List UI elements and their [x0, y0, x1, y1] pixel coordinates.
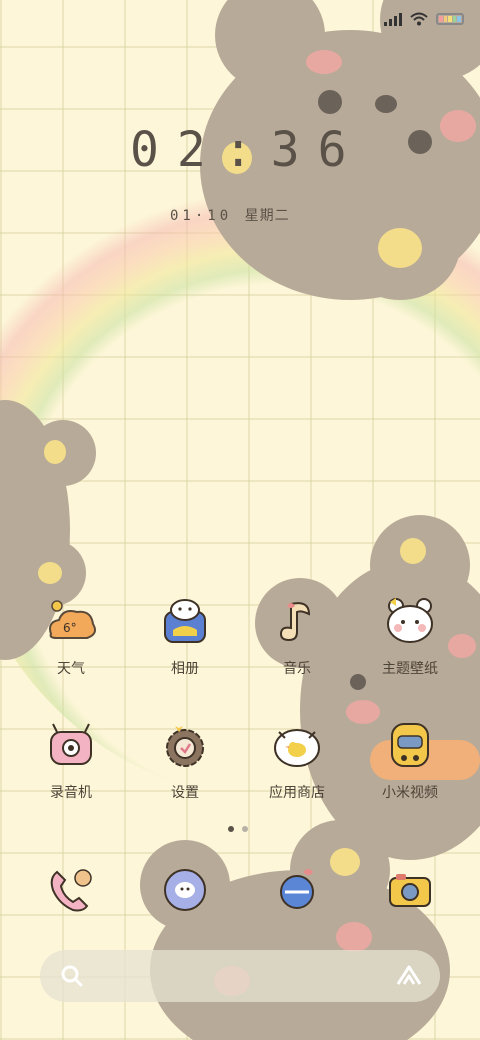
video-icon: [382, 718, 438, 774]
app-label: 小米视频: [382, 785, 438, 801]
app-label: 主题壁纸: [382, 661, 438, 677]
phone-icon: [43, 862, 99, 918]
themes-icon: [382, 594, 438, 650]
dock-messages[interactable]: [130, 862, 240, 918]
battery-icon: [436, 13, 464, 25]
app-settings[interactable]: 设置: [130, 718, 240, 802]
weather-icon: 6°: [43, 594, 99, 650]
app-weather[interactable]: 6° 天气: [16, 594, 126, 678]
page-indicator[interactable]: [228, 826, 248, 832]
page-dot-active: [228, 826, 234, 832]
recorder-icon: [43, 718, 99, 774]
app-gallery[interactable]: 相册: [130, 594, 240, 678]
settings-icon: [157, 718, 213, 774]
music-icon: [269, 594, 325, 650]
browser-icon: [269, 862, 325, 918]
dock-camera[interactable]: [355, 862, 465, 918]
app-music[interactable]: 音乐: [242, 594, 352, 678]
voice-assistant-icon[interactable]: [396, 964, 422, 988]
dock-browser[interactable]: [242, 862, 352, 918]
signal-icon: [384, 12, 402, 26]
app-label: 设置: [171, 785, 199, 801]
dock-phone[interactable]: [16, 862, 126, 918]
clock-time[interactable]: 02:36: [130, 122, 365, 178]
app-store[interactable]: 应用商店: [242, 718, 352, 802]
app-label: 应用商店: [269, 785, 325, 801]
search-icon[interactable]: [60, 964, 84, 988]
app-label: 相册: [171, 661, 199, 677]
status-icons: [384, 12, 464, 26]
search-bar[interactable]: [40, 950, 440, 1002]
status-bar: [0, 0, 480, 40]
gallery-icon: [157, 594, 213, 650]
date-text: 01·10: [170, 208, 233, 224]
app-store-icon: [269, 718, 325, 774]
weather-temp: 6°: [63, 621, 77, 635]
wifi-icon: [410, 12, 428, 26]
camera-icon: [382, 862, 438, 918]
app-label: 录音机: [50, 785, 92, 801]
app-recorder[interactable]: 录音机: [16, 718, 126, 802]
weekday-text: 星期二: [244, 208, 290, 224]
clock-date[interactable]: 01·10 星期二: [170, 205, 290, 225]
app-label: 音乐: [283, 661, 311, 677]
app-video[interactable]: 小米视频: [355, 718, 465, 802]
messages-icon: [157, 862, 213, 918]
home-screen: 02:36 01·10 星期二 6° 天气 相册 音乐 主题壁纸 录音机 设置 …: [0, 0, 480, 1040]
page-dot: [242, 826, 248, 832]
app-label: 天气: [57, 661, 85, 677]
app-themes[interactable]: 主题壁纸: [355, 594, 465, 678]
